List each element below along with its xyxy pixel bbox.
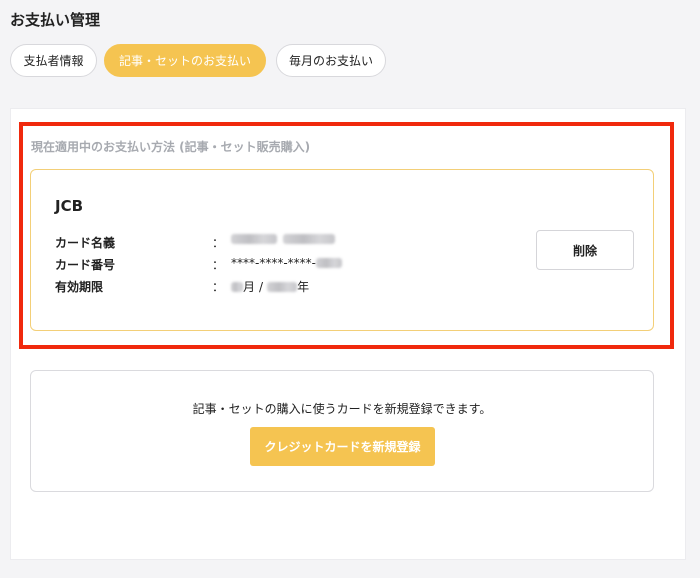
expiry-month-suffix: 月 <box>243 280 256 294</box>
expiry-year-suffix: 年 <box>297 280 310 294</box>
current-method-heading: 現在適用中のお支払い方法 (記事・セット販売購入) <box>31 140 311 154</box>
card-brand: JCB <box>55 197 84 215</box>
tab-article-set-payment[interactable]: 記事・セットのお支払い <box>104 44 266 77</box>
card-number-label: カード番号 <box>55 258 116 272</box>
expiry-value: 月 / 年 <box>231 278 309 295</box>
separator: ： <box>212 280 225 294</box>
redacted-blur <box>231 234 277 244</box>
separator: ： <box>212 236 225 250</box>
separator: ： <box>212 258 225 272</box>
card-number-value: ****-****-****- <box>231 256 342 270</box>
redacted-blur <box>316 258 342 268</box>
register-card-button[interactable]: クレジットカードを新規登録 <box>250 427 435 466</box>
tab-payer-info[interactable]: 支払者情報 <box>10 44 97 77</box>
card-holder-label: カード名義 <box>55 236 116 250</box>
redacted-blur <box>231 281 243 292</box>
delete-button[interactable]: 削除 <box>536 230 634 270</box>
page-title: お支払い管理 <box>10 11 101 29</box>
expiry-label: 有効期限 <box>55 280 104 294</box>
redacted-blur <box>283 234 335 244</box>
register-description: 記事・セットの購入に使うカードを新規登録できます。 <box>192 402 492 416</box>
card-holder-value <box>231 234 335 244</box>
expiry-slash: / <box>259 279 264 294</box>
card-number-masked: ****-****-****- <box>231 256 316 270</box>
redacted-blur <box>267 281 298 292</box>
tab-monthly-payment[interactable]: 毎月のお支払い <box>276 44 386 77</box>
